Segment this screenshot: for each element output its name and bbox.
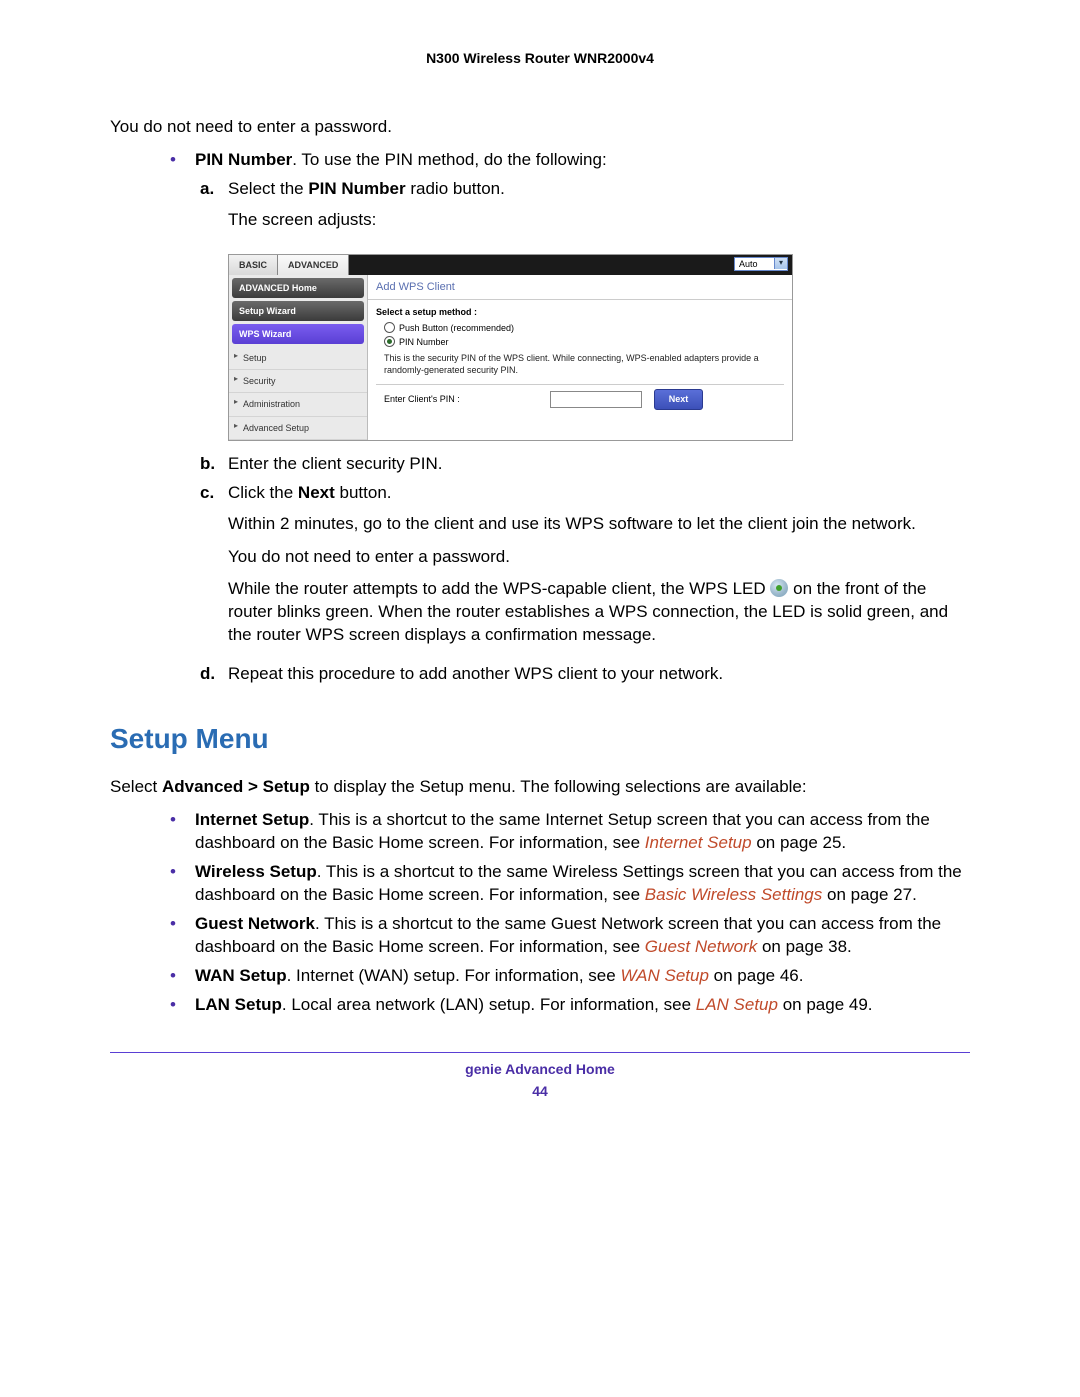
- setup-intro-post: to display the Setup menu. The following…: [310, 777, 807, 796]
- radio-pin-number-label: PIN Number: [399, 336, 449, 348]
- step-marker-d: d.: [200, 663, 228, 686]
- auto-label: Auto: [739, 258, 758, 270]
- step-marker-a: a.: [200, 178, 228, 242]
- bullet-mark: •: [170, 994, 195, 1017]
- step-c-pre: Click the: [228, 483, 298, 502]
- radio-push-button-label: Push Button (recommended): [399, 322, 514, 334]
- bullet-mark: •: [170, 861, 195, 907]
- tab-basic[interactable]: BASIC: [229, 255, 278, 275]
- bullet-mark: •: [170, 913, 195, 959]
- link-lan-setup[interactable]: LAN Setup: [696, 995, 778, 1014]
- bullet-lan-setup: LAN Setup. Local area network (LAN) setu…: [195, 994, 970, 1017]
- b4-tail: on page 46.: [709, 966, 804, 985]
- step-c-line2: Within 2 minutes, go to the client and u…: [228, 513, 970, 536]
- pin-number-label: PIN Number: [195, 150, 292, 169]
- step-c-line4: While the router attempts to add the WPS…: [228, 578, 970, 647]
- bullet-mark: •: [170, 809, 195, 855]
- nav-security[interactable]: Security: [229, 370, 367, 393]
- footer-rule: [110, 1052, 970, 1053]
- wps-led-icon: [770, 579, 788, 597]
- dropdown-arrow-icon: ▾: [774, 258, 787, 269]
- radio-pin-number[interactable]: [384, 336, 395, 347]
- step-c-text: Click the Next button. Within 2 minutes,…: [228, 482, 970, 658]
- step-c-line4-pre: While the router attempts to add the WPS…: [228, 579, 770, 598]
- radio-push-button-row[interactable]: Push Button (recommended): [368, 321, 792, 335]
- b1-tail: on page 25.: [752, 833, 847, 852]
- step-c-line3: You do not need to enter a password.: [228, 546, 970, 569]
- bullet-wan-setup: WAN Setup. Internet (WAN) setup. For inf…: [195, 965, 970, 988]
- router-nav: ADVANCED Home Setup Wizard WPS Wizard Se…: [229, 275, 368, 440]
- nav-advanced-setup[interactable]: Advanced Setup: [229, 417, 367, 440]
- step-c-bold: Next: [298, 483, 335, 502]
- b2-bold: Wireless Setup: [195, 862, 317, 881]
- b2-tail: on page 27.: [822, 885, 917, 904]
- b4-bold: WAN Setup: [195, 966, 287, 985]
- step-c-post: button.: [335, 483, 392, 502]
- bullet-mark: •: [170, 149, 195, 172]
- step-marker-b: b.: [200, 453, 228, 476]
- b5-tail: on page 49.: [778, 995, 873, 1014]
- step-a-line2: The screen adjusts:: [228, 209, 970, 232]
- section-heading-setup-menu: Setup Menu: [110, 720, 970, 758]
- pin-number-tail: . To use the PIN method, do the followin…: [292, 150, 606, 169]
- step-a-pre: Select the: [228, 179, 308, 198]
- setup-method-label: Select a setup method :: [368, 300, 792, 321]
- bullet-guest-network: Guest Network. This is a shortcut to the…: [195, 913, 970, 959]
- step-b-text: Enter the client security PIN.: [228, 453, 970, 476]
- pin-description: This is the security PIN of the WPS clie…: [368, 349, 792, 380]
- link-wan-setup[interactable]: WAN Setup: [620, 966, 709, 985]
- nav-administration[interactable]: Administration: [229, 393, 367, 416]
- tab-advanced[interactable]: ADVANCED: [278, 255, 349, 275]
- b4-text: . Internet (WAN) setup. For information,…: [287, 966, 621, 985]
- nav-setup-wizard[interactable]: Setup Wizard: [232, 301, 364, 321]
- footer-section: genie Advanced Home: [110, 1061, 970, 1077]
- bullet-mark: •: [170, 965, 195, 988]
- setup-intro-bold: Advanced > Setup: [162, 777, 310, 796]
- b1-bold: Internet Setup: [195, 810, 309, 829]
- setup-intro-pre: Select: [110, 777, 162, 796]
- nav-advanced-home[interactable]: ADVANCED Home: [232, 278, 364, 298]
- link-internet-setup[interactable]: Internet Setup: [645, 833, 752, 852]
- intro-no-password: You do not need to enter a password.: [110, 116, 970, 139]
- nav-setup[interactable]: Setup: [229, 347, 367, 370]
- b5-bold: LAN Setup: [195, 995, 282, 1014]
- radio-push-button[interactable]: [384, 322, 395, 333]
- footer-page-number: 44: [110, 1083, 970, 1099]
- panel-title: Add WPS Client: [368, 275, 792, 300]
- step-a-post: radio button.: [406, 179, 505, 198]
- router-ui-screenshot: BASIC ADVANCED Auto ▾ ADVANCED Home Setu…: [228, 254, 793, 441]
- bullet-pin-number: PIN Number. To use the PIN method, do th…: [195, 149, 970, 172]
- link-basic-wireless-settings[interactable]: Basic Wireless Settings: [645, 885, 822, 904]
- client-pin-input[interactable]: [550, 391, 642, 408]
- radio-pin-number-row[interactable]: PIN Number: [368, 335, 792, 349]
- step-marker-c: c.: [200, 482, 228, 658]
- next-button[interactable]: Next: [654, 389, 704, 409]
- link-guest-network[interactable]: Guest Network: [645, 937, 757, 956]
- setup-intro: Select Advanced > Setup to display the S…: [110, 776, 970, 799]
- enter-pin-label: Enter Client's PIN :: [384, 393, 460, 405]
- bullet-wireless-setup: Wireless Setup. This is a shortcut to th…: [195, 861, 970, 907]
- nav-wps-wizard[interactable]: WPS Wizard: [232, 324, 364, 344]
- step-a-bold: PIN Number: [308, 179, 405, 198]
- b3-tail: on page 38.: [757, 937, 852, 956]
- b5-text: . Local area network (LAN) setup. For in…: [282, 995, 696, 1014]
- b3-bold: Guest Network: [195, 914, 315, 933]
- step-d-text: Repeat this procedure to add another WPS…: [228, 663, 970, 686]
- step-a-text: Select the PIN Number radio button. The …: [228, 178, 970, 242]
- auto-dropdown[interactable]: Auto ▾: [734, 257, 788, 271]
- doc-header: N300 Wireless Router WNR2000v4: [110, 50, 970, 66]
- bullet-internet-setup: Internet Setup. This is a shortcut to th…: [195, 809, 970, 855]
